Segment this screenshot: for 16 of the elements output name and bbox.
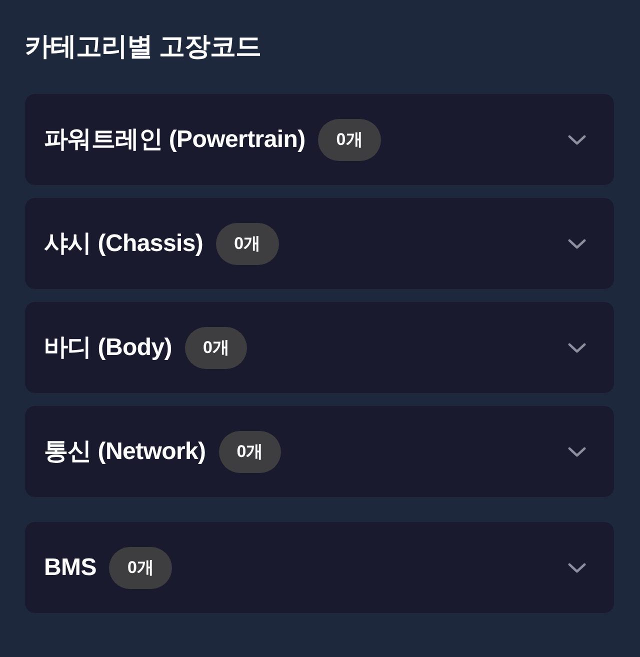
category-accordion[interactable]: 통신 (Network) 0개: [25, 406, 614, 497]
count-badge: 0개: [184, 326, 248, 368]
category-accordion[interactable]: 바디 (Body) 0개: [25, 302, 614, 393]
category-label: 파워트레인 (Powertrain): [44, 124, 306, 154]
category-accordion[interactable]: 샤시 (Chassis) 0개: [25, 198, 614, 289]
category-label: 샤시 (Chassis): [44, 228, 204, 258]
category-label: 통신 (Network): [44, 436, 206, 466]
category-accordion[interactable]: BMS 0개: [25, 522, 614, 613]
count-badge: 0개: [218, 430, 282, 472]
category-label: BMS: [44, 552, 96, 582]
category-label: 바디 (Body): [44, 332, 172, 362]
category-accordion[interactable]: 파워트레인 (Powertrain) 0개: [25, 94, 614, 185]
count-badge: 0개: [216, 222, 279, 264]
section-title: 카테고리별 고장코드: [25, 30, 262, 63]
count-badge: 0개: [318, 118, 381, 160]
count-badge: 0개: [109, 546, 172, 588]
